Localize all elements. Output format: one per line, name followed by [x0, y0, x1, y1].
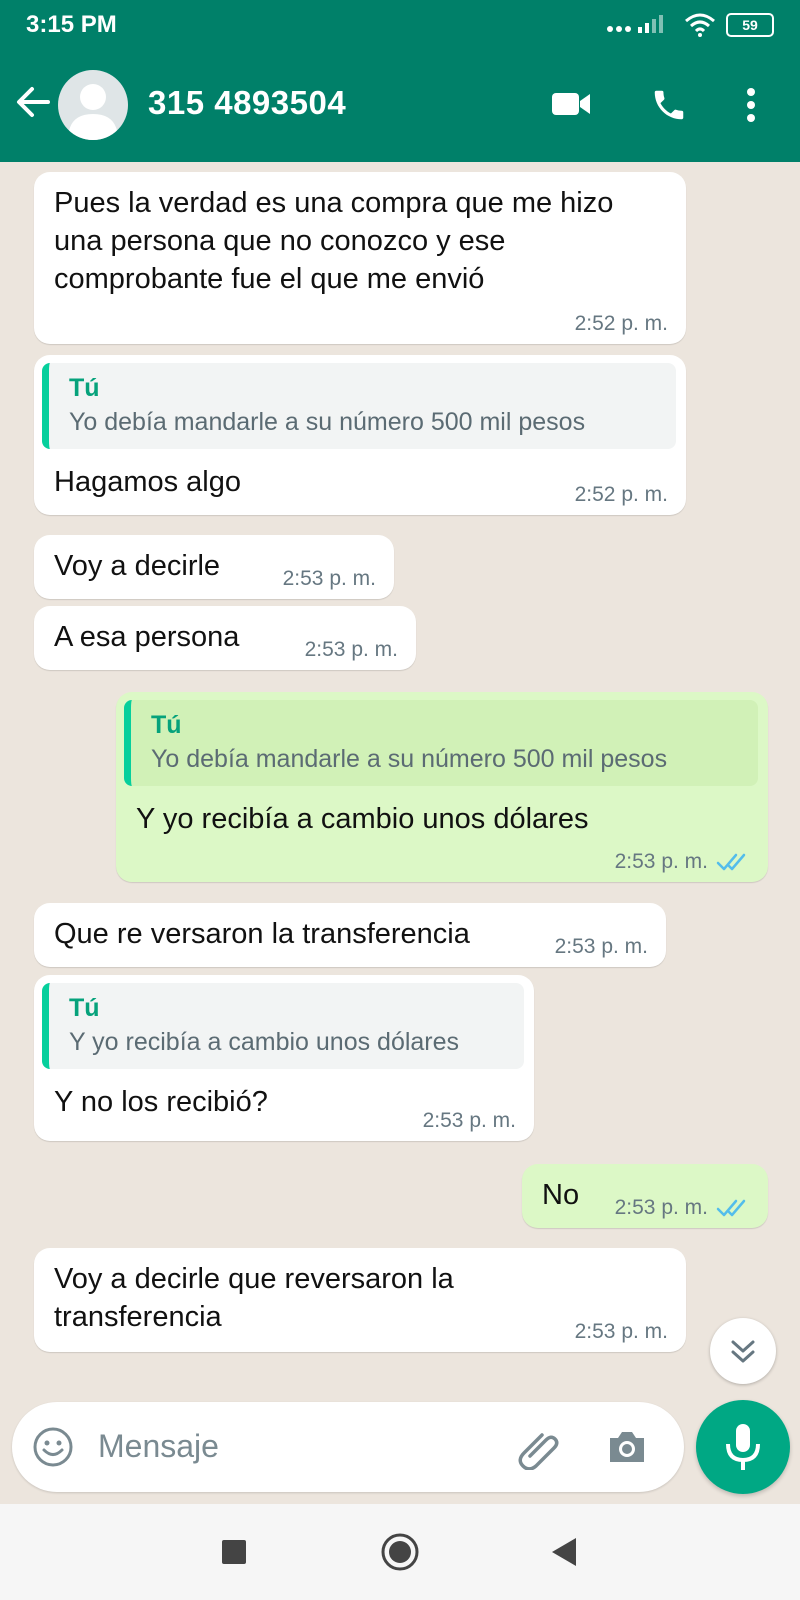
quoted-reply[interactable]: Tú Yo debía mandarle a su número 500 mil…	[42, 363, 676, 449]
message-time: 2:53 p. m.	[304, 638, 398, 661]
message-bubble[interactable]: Tú Yo debía mandarle a su número 500 mil…	[34, 355, 686, 515]
double-chevron-down-icon	[731, 1340, 755, 1363]
message-text: Y yo recibía a cambio unos dólares	[136, 803, 589, 835]
quote-text: Yo debía mandarle a su número 500 mil pe…	[151, 745, 668, 773]
scroll-to-bottom-button[interactable]	[710, 1318, 776, 1384]
chat-area[interactable]: Pues la verdad es una compra que me hizo…	[0, 162, 800, 1396]
message-meta: 2:53 p. m.	[615, 1196, 750, 1220]
message-meta: 2:53 p. m.	[615, 850, 750, 874]
status-bar: 3:15 PM 59	[0, 0, 800, 48]
wifi-icon	[685, 13, 715, 37]
message-bubble[interactable]: Tú Y yo recibía a cambio unos dólares Y …	[34, 975, 534, 1141]
avatar[interactable]	[58, 70, 128, 140]
message-time: 2:53 p. m.	[614, 1196, 708, 1219]
default-avatar-icon	[68, 84, 118, 140]
message-meta: 2:53 p. m.	[423, 1109, 516, 1133]
home-icon[interactable]	[380, 1532, 420, 1572]
recent-apps-icon[interactable]	[220, 1538, 248, 1566]
battery-icon: 59	[726, 13, 774, 37]
message-meta: 2:53 p. m.	[283, 567, 376, 591]
message-time: 2:53 p. m.	[574, 1320, 668, 1343]
message-time: 2:53 p. m.	[554, 935, 648, 958]
signal-icon	[607, 15, 663, 33]
message-input[interactable]: Mensaje	[98, 1428, 219, 1465]
more-options-icon[interactable]	[744, 86, 758, 124]
back-nav-icon[interactable]	[550, 1536, 578, 1568]
quote-author: Tú	[69, 374, 100, 402]
microphone-icon	[726, 1424, 760, 1470]
quote-author: Tú	[151, 711, 182, 739]
message-composer[interactable]: Mensaje	[12, 1402, 684, 1492]
message-bubble[interactable]: Voy a decirle 2:53 p. m.	[34, 535, 394, 599]
message-bubble[interactable]: No 2:53 p. m.	[522, 1164, 768, 1228]
message-meta: 2:52 p. m.	[575, 483, 668, 507]
contact-name[interactable]: 315 4893504	[148, 84, 346, 122]
message-meta: 2:53 p. m.	[575, 1320, 668, 1344]
double-check-read-icon	[716, 1199, 746, 1217]
chat-header: 315 4893504	[0, 48, 800, 162]
message-bubble[interactable]: Que re versaron la transferencia 2:53 p.…	[34, 903, 666, 967]
quoted-reply[interactable]: Tú Y yo recibía a cambio unos dólares	[42, 983, 524, 1069]
message-text: Pues la verdad es una compra que me hizo…	[54, 187, 614, 295]
emoji-icon[interactable]	[32, 1426, 74, 1468]
quote-author: Tú	[69, 994, 100, 1022]
quote-text: Y yo recibía a cambio unos dólares	[69, 1028, 460, 1056]
message-bubble[interactable]: Tú Yo debía mandarle a su número 500 mil…	[116, 692, 768, 882]
voice-message-button[interactable]	[696, 1400, 790, 1494]
phone-call-icon[interactable]	[650, 86, 688, 124]
video-call-icon[interactable]	[550, 86, 592, 122]
message-bubble[interactable]: A esa persona 2:53 p. m.	[34, 606, 416, 670]
message-time: 2:52 p. m.	[574, 483, 668, 506]
attach-clip-icon[interactable]	[516, 1426, 560, 1470]
message-bubble[interactable]: Voy a decirle que reversaron la transfer…	[34, 1248, 686, 1352]
message-time: 2:53 p. m.	[282, 567, 376, 590]
message-meta: 2:52 p. m.	[575, 312, 668, 336]
message-meta: 2:53 p. m.	[555, 935, 648, 959]
system-navigation-bar	[0, 1504, 800, 1600]
system-icons: 59	[606, 12, 774, 38]
quote-text: Yo debía mandarle a su número 500 mil pe…	[69, 408, 586, 436]
message-bubble[interactable]: Pues la verdad es una compra que me hizo…	[34, 172, 686, 344]
quoted-reply[interactable]: Tú Yo debía mandarle a su número 500 mil…	[124, 700, 758, 786]
camera-icon[interactable]	[606, 1428, 648, 1466]
message-time: 2:53 p. m.	[422, 1109, 516, 1132]
double-check-read-icon	[716, 853, 746, 871]
message-time: 2:53 p. m.	[614, 850, 708, 873]
message-meta: 2:53 p. m.	[305, 638, 398, 662]
message-time: 2:52 p. m.	[574, 312, 668, 335]
back-arrow-icon[interactable]	[14, 84, 52, 120]
status-time: 3:15 PM	[26, 11, 117, 38]
